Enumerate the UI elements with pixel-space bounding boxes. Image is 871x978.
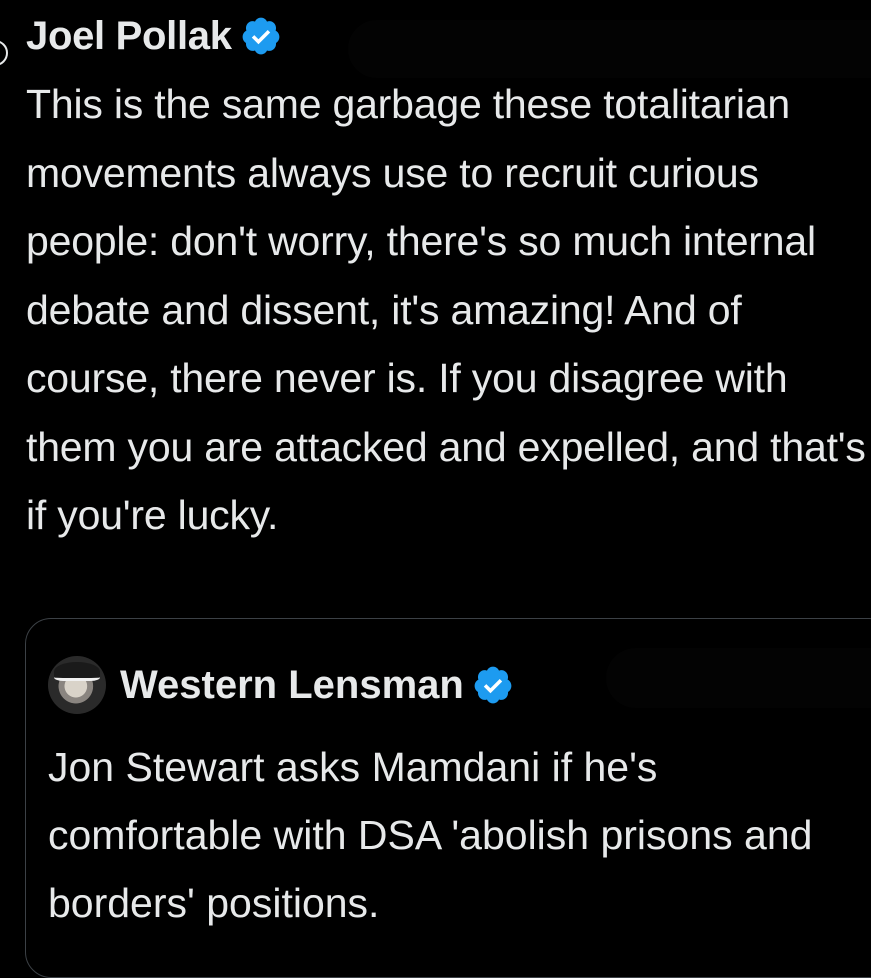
tweet-text: This is the same garbage these totalitar… [26,81,866,538]
redacted-quoted-handle [606,648,871,708]
tweet-header: Joel Pollak [26,6,282,66]
author-name[interactable]: Joel Pollak [26,14,232,59]
quoted-tweet-text: Jon Stewart asks Mamdani if he's comfort… [48,744,813,926]
avatar-hat-shape [54,662,100,681]
quoted-tweet-header: Western Lensman [48,652,514,718]
author-avatar[interactable] [0,40,8,66]
quoted-author-name[interactable]: Western Lensman [120,663,464,708]
verified-badge-icon [242,17,280,55]
quoted-author-avatar[interactable] [48,656,106,714]
verified-badge-icon [474,666,512,704]
